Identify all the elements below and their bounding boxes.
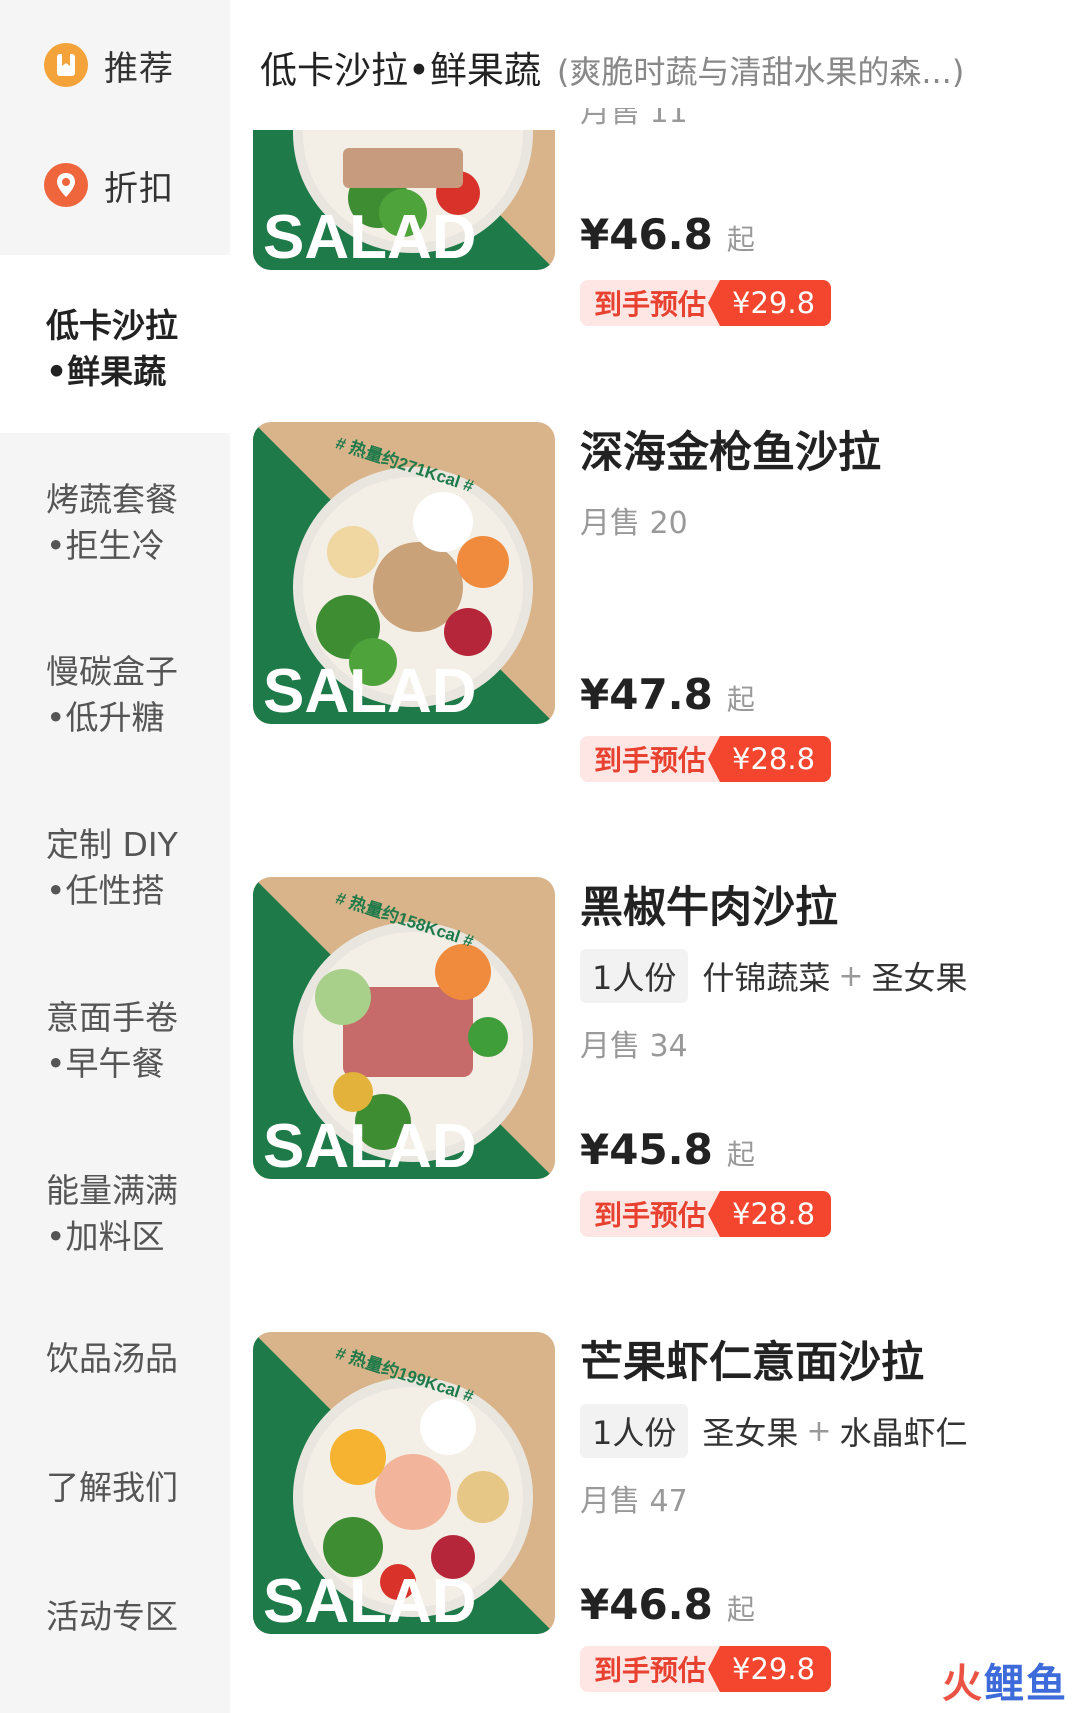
price-suffix: 起 bbox=[726, 223, 755, 256]
estimated-price-badge: 到手预估 ¥28.8 bbox=[580, 736, 832, 782]
bookmark-icon bbox=[44, 43, 88, 87]
portion-tag: 1人份 bbox=[580, 1404, 689, 1458]
product-image[interactable]: # 热量约199Kcal # SALAD bbox=[253, 1332, 555, 1634]
watermark-part: 火 bbox=[942, 1661, 984, 1707]
monthly-sales: 月售 20 bbox=[580, 506, 688, 541]
sidebar-item-recommend[interactable]: 推荐 bbox=[0, 35, 230, 95]
category-label: 能量满满 bbox=[46, 1171, 178, 1210]
product-name: 深海金枪鱼沙拉 bbox=[580, 428, 881, 478]
estimate-label: 到手预估 bbox=[580, 736, 721, 782]
portion-tag: 1人份 bbox=[580, 949, 689, 1003]
sidebar-category-pasta[interactable]: 意面手卷 •早午餐 bbox=[46, 995, 226, 1087]
sidebar-top-section: 推荐 折扣 bbox=[0, 0, 230, 255]
section-title: 低卡沙拉•鲜果蔬 bbox=[260, 49, 541, 90]
price-row: ¥45.8 起 bbox=[580, 1125, 755, 1174]
product-image[interactable]: SALAD bbox=[253, 130, 555, 270]
salad-image-text: SALAD bbox=[263, 657, 477, 724]
estimate-price: ¥28.8 bbox=[708, 736, 832, 782]
price-row: ¥46.8 起 bbox=[580, 210, 755, 259]
sidebar-category-events[interactable]: 活动专区 bbox=[46, 1594, 226, 1640]
category-label: 烤蔬套餐 bbox=[46, 480, 178, 519]
category-sublabel: •拒生冷 bbox=[46, 526, 165, 565]
plus-separator: + bbox=[806, 1413, 832, 1449]
product-card[interactable]: # 热量约158Kcal # SALAD 黑椒牛肉沙拉 1人份 什锦蔬菜 + 圣… bbox=[253, 877, 1073, 1237]
sidebar-category-drinks[interactable]: 饮品汤品 bbox=[46, 1336, 226, 1382]
category-label: 慢碳盒子 bbox=[46, 652, 178, 691]
product-name: 芒果虾仁意面沙拉 bbox=[580, 1338, 924, 1388]
estimate-price: ¥29.8 bbox=[708, 280, 832, 326]
monthly-sales: 月售 11 bbox=[580, 108, 688, 128]
sidebar-category-diy[interactable]: 定制 DIY •任性搭 bbox=[46, 822, 226, 914]
watermark-part: 鲤鱼 bbox=[984, 1661, 1068, 1707]
price: ¥46.8 bbox=[580, 210, 713, 259]
price-row: ¥46.8 起 bbox=[580, 1580, 755, 1629]
category-label: 意面手卷 bbox=[46, 998, 178, 1037]
category-sidebar: 推荐 折扣 低卡沙拉 •鲜果蔬 烤蔬套餐 •拒生冷 慢碳盒子 •低升糖 定制 D… bbox=[0, 0, 230, 1713]
estimated-price-badge: 到手预估 ¥28.8 bbox=[580, 1191, 832, 1237]
salad-image-text: SALAD bbox=[263, 203, 477, 270]
product-tags: 1人份 什锦蔬菜 + 圣女果 bbox=[580, 949, 1070, 1003]
section-description: (爽脆时蔬与清甜水果的森...) bbox=[556, 53, 965, 90]
price: ¥47.8 bbox=[580, 670, 713, 719]
ingredient-tag: 什锦蔬菜 bbox=[702, 959, 831, 997]
estimate-price: ¥28.8 bbox=[708, 1191, 832, 1237]
estimate-label: 到手预估 bbox=[580, 1646, 721, 1692]
sidebar-item-label: 折扣 bbox=[104, 168, 174, 209]
monthly-sales: 月售 47 bbox=[580, 1484, 688, 1519]
section-header: 低卡沙拉•鲜果蔬 (爽脆时蔬与清甜水果的森...) bbox=[260, 40, 1070, 90]
product-name: 黑椒牛肉沙拉 bbox=[580, 883, 838, 933]
category-label: 了解我们 bbox=[46, 1468, 178, 1507]
price: ¥45.8 bbox=[580, 1125, 713, 1174]
price-suffix: 起 bbox=[726, 683, 755, 716]
price: ¥46.8 bbox=[580, 1580, 713, 1629]
estimate-label: 到手预估 bbox=[580, 280, 721, 326]
location-pin-icon bbox=[44, 163, 88, 207]
monthly-sales: 月售 34 bbox=[580, 1029, 688, 1064]
ingredient-tag: 圣女果 bbox=[702, 1414, 799, 1452]
price-suffix: 起 bbox=[726, 1138, 755, 1171]
ingredient-tag: 圣女果 bbox=[871, 959, 968, 997]
category-sublabel: •鲜果蔬 bbox=[46, 352, 167, 391]
estimate-price: ¥29.8 bbox=[708, 1646, 832, 1692]
product-card[interactable]: SALAD 月售 11 ¥46.8 起 到手预估 ¥29.8 bbox=[253, 108, 1073, 330]
sidebar-category-add-ons[interactable]: 能量满满 •加料区 bbox=[46, 1168, 226, 1260]
estimate-label: 到手预估 bbox=[580, 1191, 721, 1237]
category-sublabel: •低升糖 bbox=[46, 698, 165, 737]
ingredient-tag: 水晶虾仁 bbox=[839, 1414, 968, 1452]
watermark-logo: 火鲤鱼 bbox=[942, 1651, 1068, 1709]
product-card[interactable]: # 热量约199Kcal # SALAD 芒果虾仁意面沙拉 1人份 圣女果 + … bbox=[253, 1332, 1073, 1692]
product-tags: 1人份 圣女果 + 水晶虾仁 bbox=[580, 1404, 1070, 1458]
category-sublabel: •任性搭 bbox=[46, 871, 165, 910]
sidebar-item-discount[interactable]: 折扣 bbox=[0, 155, 230, 215]
sidebar-category-roasted-veg[interactable]: 烤蔬套餐 •拒生冷 bbox=[46, 477, 226, 569]
category-sublabel: •加料区 bbox=[46, 1217, 165, 1256]
salad-image-text: SALAD bbox=[263, 1567, 477, 1634]
category-sublabel: •早午餐 bbox=[46, 1044, 165, 1083]
price-row: ¥47.8 起 bbox=[580, 670, 755, 719]
category-label: 定制 DIY bbox=[46, 825, 178, 864]
sidebar-category-salad[interactable]: 低卡沙拉 •鲜果蔬 bbox=[46, 303, 226, 395]
sidebar-category-about[interactable]: 了解我们 bbox=[46, 1465, 226, 1511]
estimated-price-badge: 到手预估 ¥29.8 bbox=[580, 280, 832, 326]
product-image[interactable]: # 热量约271Kcal # SALAD bbox=[253, 422, 555, 724]
category-label: 饮品汤品 bbox=[46, 1339, 178, 1378]
category-label: 活动专区 bbox=[46, 1597, 178, 1636]
product-image[interactable]: # 热量约158Kcal # SALAD bbox=[253, 877, 555, 1179]
estimated-price-badge: 到手预估 ¥29.8 bbox=[580, 1646, 832, 1692]
category-label: 低卡沙拉 bbox=[46, 306, 178, 345]
sidebar-item-label: 推荐 bbox=[104, 48, 174, 89]
product-card[interactable]: # 热量约271Kcal # SALAD 深海金枪鱼沙拉 月售 20 ¥47.8… bbox=[253, 422, 1073, 782]
price-suffix: 起 bbox=[726, 1593, 755, 1626]
sidebar-divider bbox=[0, 433, 230, 463]
plus-separator: + bbox=[838, 958, 864, 994]
sidebar-category-slow-carb[interactable]: 慢碳盒子 •低升糖 bbox=[46, 649, 226, 741]
salad-image-text: SALAD bbox=[263, 1112, 477, 1179]
